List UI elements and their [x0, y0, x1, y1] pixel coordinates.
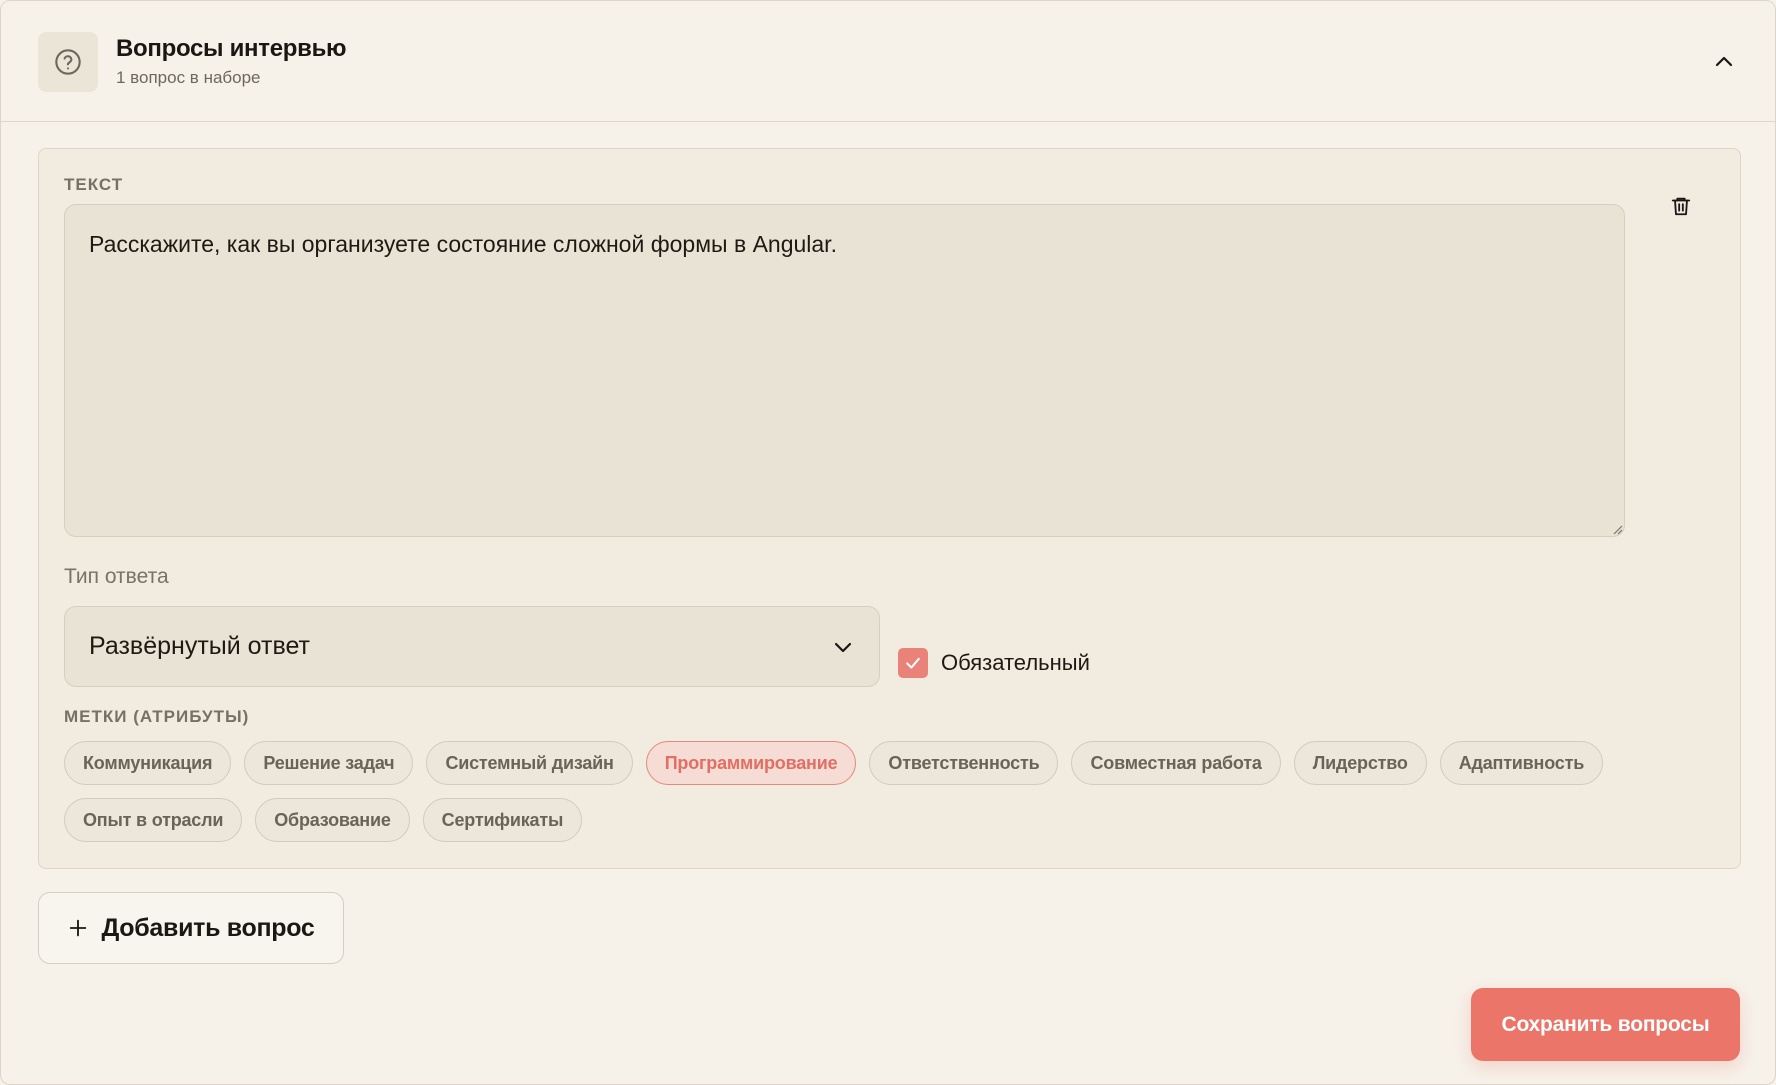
- panel-title: Вопросы интервью: [116, 35, 347, 62]
- add-question-button[interactable]: Добавить вопрос: [38, 892, 344, 964]
- add-question-label: Добавить вопрос: [101, 913, 315, 942]
- tag-chip[interactable]: Лидерство: [1293, 741, 1427, 785]
- tag-chip[interactable]: Совместная работа: [1071, 741, 1281, 785]
- required-toggle[interactable]: Обязательный: [898, 648, 1090, 678]
- tag-chip[interactable]: Сертификаты: [422, 798, 583, 842]
- tag-chip-selected[interactable]: Программирование: [645, 741, 857, 785]
- tag-chip[interactable]: Коммуникация: [64, 741, 232, 785]
- tag-chip[interactable]: Адаптивность: [1439, 741, 1604, 785]
- answer-type-select[interactable]: Развёрнутый ответ: [64, 606, 880, 687]
- answer-type-value: Развёрнутый ответ: [89, 632, 310, 660]
- text-label: ТЕКСТ: [64, 175, 124, 194]
- tag-chip[interactable]: Опыт в отрасли: [64, 798, 243, 842]
- interview-questions-panel: Вопросы интервью 1 вопрос в наборе ТЕКСТ…: [0, 0, 1776, 1085]
- tag-chip[interactable]: Решение задач: [244, 741, 414, 785]
- save-questions-button[interactable]: Сохранить вопросы: [1471, 988, 1740, 1061]
- required-label: Обязательный: [941, 650, 1090, 675]
- collapse-button[interactable]: [1709, 47, 1739, 77]
- chevron-up-icon: [1715, 56, 1733, 67]
- question-card: ТЕКСТ Расскажите, как вы организуете сос…: [38, 148, 1741, 869]
- answer-type-label: Тип ответа: [64, 565, 169, 588]
- tag-chip[interactable]: Системный дизайн: [426, 741, 633, 785]
- panel-header: Вопросы интервью 1 вопрос в наборе: [1, 1, 1775, 122]
- check-icon: [906, 657, 920, 669]
- delete-question-button[interactable]: [1664, 189, 1698, 223]
- plus-icon: [70, 919, 87, 937]
- trash-icon: [1671, 197, 1691, 216]
- question-count: 1 вопрос в наборе: [116, 68, 261, 87]
- resize-handle[interactable]: [1611, 522, 1623, 535]
- chevron-down-icon: [834, 642, 852, 652]
- question-text-input[interactable]: Расскажите, как вы организуете состояние…: [64, 204, 1625, 537]
- tag-list: Коммуникация Решение задач Системный диз…: [64, 741, 1684, 842]
- tag-chip[interactable]: Ответственность: [869, 741, 1059, 785]
- required-checkbox[interactable]: [898, 648, 928, 678]
- tag-chip[interactable]: Образование: [255, 798, 410, 842]
- tags-label: МЕТКИ (АТРИБУТЫ): [64, 707, 250, 726]
- save-questions-label: Сохранить вопросы: [1501, 1012, 1710, 1036]
- help-circle-icon: [38, 32, 98, 92]
